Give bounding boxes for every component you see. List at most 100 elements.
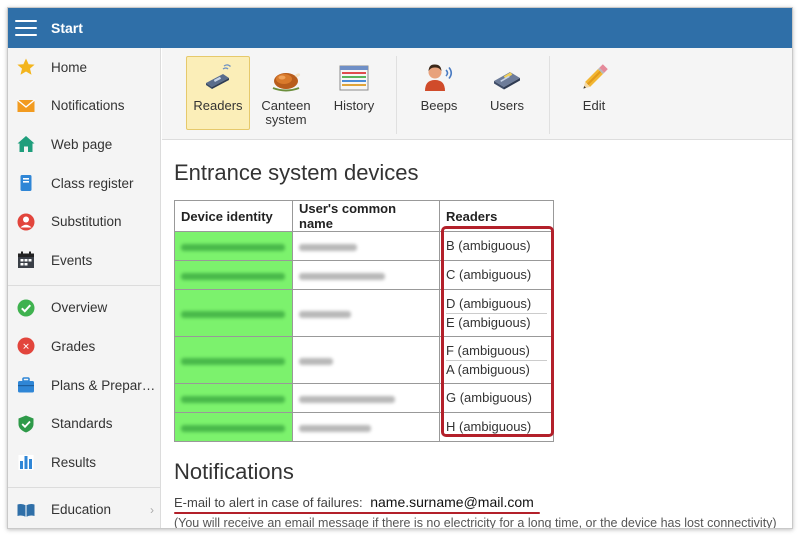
readers-cell: H (ambiguous): [439, 412, 554, 442]
history-label: History: [333, 98, 375, 113]
reader-entry: D (ambiguous): [446, 296, 532, 311]
device-identity-cell: [174, 289, 293, 337]
readers-cell: B (ambiguous): [439, 231, 554, 261]
toolbar-group-edit: Edit: [550, 48, 628, 140]
house-icon: [16, 134, 36, 154]
history-table-icon: [339, 65, 369, 91]
app-title: Start: [51, 20, 83, 36]
sidebar-item-label: Notifications: [51, 98, 125, 114]
common-name-cell: [292, 231, 440, 261]
sidebar: Home Notifications Web page Class regist…: [8, 48, 161, 528]
sidebar-item-label: Standards: [51, 416, 113, 432]
table-row[interactable]: D (ambiguous) E (ambiguous): [174, 289, 554, 337]
toolbar-group-main: Readers Canteen system History: [162, 48, 388, 140]
table-header-row: Device identity User's common name Reade…: [174, 200, 554, 232]
sidebar-item-standards[interactable]: Standards: [8, 404, 160, 443]
person-icon: [16, 212, 36, 232]
users-label: Users: [490, 98, 524, 113]
common-name-cell: [292, 336, 440, 384]
sidebar-item-web-page[interactable]: Web page: [8, 125, 160, 164]
sidebar-item-label: Web page: [51, 136, 113, 152]
sidebar-item-substitution[interactable]: Substitution: [8, 202, 160, 241]
beeps-label: Beeps: [420, 98, 458, 113]
sidebar-item-home[interactable]: Home: [8, 48, 160, 87]
card-reader-icon: [206, 64, 231, 89]
common-name-cell: [292, 383, 440, 413]
device-identity-cell: [174, 231, 293, 261]
shield-check-icon: [16, 414, 36, 434]
content-area: Entrance system devices Device identity …: [174, 148, 792, 528]
sidebar-item-label: Home: [51, 59, 88, 75]
app-window: Start Home Notifications Web page Class …: [7, 7, 793, 529]
chevron-right-icon: ›: [150, 502, 154, 517]
devices-table: Device identity User's common name Reade…: [174, 200, 554, 442]
reader-entry: A (ambiguous): [446, 360, 547, 378]
table-row[interactable]: C (ambiguous): [174, 260, 554, 290]
common-name-cell: [292, 260, 440, 290]
canteen-system-button[interactable]: Canteen system: [254, 56, 318, 130]
column-header-users-common-name[interactable]: User's common name: [292, 200, 440, 232]
sidebar-item-label: Class register: [51, 175, 134, 191]
svg-text:✕: ✕: [22, 343, 30, 353]
device-identity-cell: [174, 412, 293, 442]
beeps-button[interactable]: Beeps: [407, 56, 471, 130]
common-name-cell: [292, 412, 440, 442]
common-name-cell: [292, 289, 440, 337]
bar-chart-icon: [16, 452, 36, 472]
roast-chicken-icon: [272, 73, 301, 92]
table-row[interactable]: B (ambiguous): [174, 231, 554, 261]
sidebar-item-overview[interactable]: Overview: [8, 289, 160, 328]
book-icon: [16, 173, 36, 193]
reader-entry: F (ambiguous): [446, 343, 530, 358]
sidebar-item-label: Substitution: [51, 214, 122, 230]
sidebar-divider: [8, 284, 160, 286]
device-identity-cell: [174, 383, 293, 413]
history-button[interactable]: History: [322, 56, 386, 130]
sidebar-item-label: Events: [51, 252, 93, 268]
readers-label: Readers: [193, 98, 243, 113]
reader-entry: E (ambiguous): [446, 313, 547, 331]
canteen-system-label: Canteen system: [261, 98, 311, 127]
sidebar-item-results[interactable]: Results: [8, 443, 160, 482]
notifications-title: Notifications: [174, 459, 294, 484]
sidebar-item-label: Education: [51, 502, 112, 518]
table-row[interactable]: G (ambiguous): [174, 383, 554, 413]
sidebar-item-notifications[interactable]: Notifications: [8, 87, 160, 126]
email-alert-input[interactable]: [366, 494, 547, 510]
sidebar-item-plans[interactable]: Plans & Prepar…: [8, 366, 160, 405]
email-alert-label: E-mail to alert in case of failures:: [174, 495, 363, 510]
column-header-readers[interactable]: Readers: [439, 200, 554, 232]
readers-button[interactable]: Readers: [186, 56, 250, 130]
toolbar-group-users: Beeps Users: [397, 48, 541, 140]
sidebar-item-education[interactable]: Education ›: [8, 491, 160, 528]
readers-cell: F (ambiguous) A (ambiguous): [439, 336, 554, 384]
sidebar-item-class-register[interactable]: Class register: [8, 164, 160, 203]
main-area: Readers Canteen system History Beeps Use…: [162, 48, 792, 528]
open-book-icon: [16, 500, 36, 520]
pencil-icon: [583, 64, 608, 89]
table-row[interactable]: F (ambiguous) A (ambiguous): [174, 336, 554, 384]
grade-icon: ✕: [16, 336, 36, 356]
speaking-person-icon: [425, 64, 453, 91]
table-row[interactable]: H (ambiguous): [174, 412, 554, 442]
device-identity-cell: [174, 336, 293, 384]
column-header-device-identity[interactable]: Device identity: [174, 200, 293, 232]
page-title: Entrance system devices: [174, 160, 419, 185]
envelope-icon: [16, 96, 36, 116]
readers-cell: C (ambiguous): [439, 260, 554, 290]
email-highlight-underline: [174, 512, 540, 514]
briefcase-icon: [16, 375, 36, 395]
menu-icon[interactable]: [15, 20, 37, 36]
sidebar-item-label: Plans & Prepar…: [51, 377, 156, 393]
sidebar-item-label: Results: [51, 454, 97, 470]
reader-entry: B (ambiguous): [446, 238, 531, 253]
sidebar-item-grades[interactable]: ✕ Grades: [8, 327, 160, 366]
sidebar-divider: [8, 486, 160, 488]
sidebar-item-events[interactable]: Events: [8, 241, 160, 280]
reader-entry: H (ambiguous): [446, 419, 532, 434]
toolbar: Readers Canteen system History Beeps Use…: [162, 48, 792, 140]
edit-button[interactable]: Edit: [562, 56, 626, 130]
users-button[interactable]: Users: [475, 56, 539, 130]
email-alert-row: E-mail to alert in case of failures:: [174, 494, 792, 514]
check-circle-icon: [16, 298, 36, 318]
